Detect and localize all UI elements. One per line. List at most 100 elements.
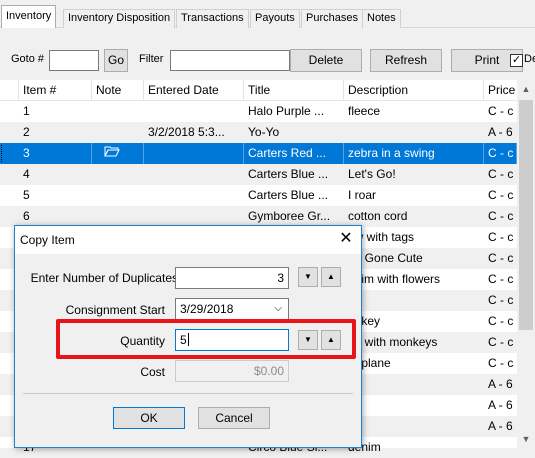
- grid-header: Item # Note Entered Date Title Descripti…: [0, 80, 535, 101]
- tab-inventory-disposition[interactable]: Inventory Disposition: [63, 9, 176, 28]
- cell-date[interactable]: [144, 164, 244, 185]
- table-row[interactable]: 2 3/2/2018 5:3... Yo-Yo A - 6: [0, 122, 517, 143]
- tab-purchases[interactable]: Purchases: [301, 9, 363, 28]
- tab-transactions[interactable]: Transactions: [176, 9, 249, 28]
- consignment-start-date-picker[interactable]: 3/29/2018 ⌵: [175, 298, 289, 320]
- cell-title[interactable]: Carters Blue ...: [244, 185, 344, 206]
- cell-price[interactable]: C - c: [484, 248, 517, 269]
- table-row[interactable]: 6 Gymboree Gr... cotton cord C - c: [0, 206, 517, 227]
- cell-price[interactable]: A - 6: [484, 374, 517, 395]
- duplicates-label: Enter Number of Duplicates: [30, 271, 178, 285]
- delete-button[interactable]: Delete: [290, 49, 362, 72]
- cell-desc[interactable]: Let's Go!: [344, 164, 484, 185]
- scroll-up-icon[interactable]: ▲: [517, 80, 535, 98]
- cell-desc[interactable]: zebra in a swing: [344, 143, 484, 164]
- cell-date[interactable]: [144, 143, 244, 164]
- cell-desc[interactable]: [344, 395, 484, 416]
- cell-item[interactable]: 5: [19, 185, 92, 206]
- cell-desc[interactable]: onkey: [344, 311, 484, 332]
- cell-price[interactable]: A - 6: [484, 395, 517, 416]
- cell-price[interactable]: C - c: [484, 101, 517, 122]
- column-header-entered-date[interactable]: Entered Date: [144, 80, 244, 101]
- cell-item[interactable]: 4: [19, 164, 92, 185]
- cell-date[interactable]: [144, 206, 244, 227]
- vertical-scrollbar[interactable]: ▲ ▼: [517, 80, 535, 448]
- cell-desc[interactable]: [344, 416, 484, 437]
- cell-desc[interactable]: [344, 374, 484, 395]
- tab-payouts[interactable]: Payouts: [250, 9, 300, 28]
- cell-title[interactable]: Carters Red ...: [244, 143, 344, 164]
- scroll-down-icon[interactable]: ▼: [517, 430, 535, 448]
- duplicates-decrement-button[interactable]: ▼: [298, 267, 318, 287]
- go-button[interactable]: Go: [104, 49, 128, 72]
- cell-item[interactable]: 6: [19, 206, 92, 227]
- cell-title[interactable]: Carters Blue ...: [244, 164, 344, 185]
- table-row[interactable]: 5 Carters Blue ... I roar C - c: [0, 185, 517, 206]
- cell-date[interactable]: [144, 185, 244, 206]
- cell-desc[interactable]: [344, 122, 484, 143]
- close-icon[interactable]: ✕: [331, 226, 361, 254]
- cell-desc[interactable]: [344, 290, 484, 311]
- cell-desc[interactable]: airplane: [344, 353, 484, 374]
- cancel-button[interactable]: Cancel: [198, 407, 270, 429]
- table-row[interactable]: 1 Halo Purple ... fleece C - c: [0, 101, 517, 122]
- cell-note[interactable]: [92, 164, 144, 185]
- cell-desc[interactable]: gg Gone Cute: [344, 248, 484, 269]
- cell-price[interactable]: C - c: [484, 206, 517, 227]
- cell-desc[interactable]: fleece: [344, 101, 484, 122]
- cell-desc[interactable]: en with monkeys: [344, 332, 484, 353]
- tab-notes[interactable]: Notes: [362, 9, 401, 28]
- row-focus-indicator: [1, 145, 2, 162]
- cell-item[interactable]: 1: [19, 101, 92, 122]
- refresh-button[interactable]: Refresh: [370, 49, 442, 72]
- cell-desc[interactable]: ew with tags: [344, 227, 484, 248]
- cell-price[interactable]: C - c: [484, 311, 517, 332]
- consignment-start-label: Consignment Start: [65, 303, 165, 317]
- cell-title[interactable]: Gymboree Gr...: [244, 206, 344, 227]
- goto-label: Goto #: [11, 53, 45, 65]
- column-header-item[interactable]: Item #: [19, 80, 92, 101]
- cell-price[interactable]: C - c: [484, 353, 517, 374]
- cell-note[interactable]: [92, 185, 144, 206]
- cell-desc[interactable]: I roar: [344, 185, 484, 206]
- tab-inventory[interactable]: Inventory: [1, 5, 57, 28]
- cell-note[interactable]: [92, 143, 144, 164]
- cell-date[interactable]: 3/2/2018 5:3...: [144, 122, 244, 143]
- duplicates-increment-button[interactable]: ▲: [321, 267, 341, 287]
- cell-price[interactable]: C - c: [484, 185, 517, 206]
- cell-price[interactable]: C - c: [484, 332, 517, 353]
- column-header-title[interactable]: Title: [244, 80, 344, 101]
- cell-note[interactable]: [92, 101, 144, 122]
- table-row[interactable]: 4 Carters Blue ... Let's Go! C - c: [0, 164, 517, 185]
- cell-note[interactable]: [92, 206, 144, 227]
- dialog-title: Copy Item: [20, 233, 75, 247]
- cell-desc[interactable]: cotton cord: [344, 206, 484, 227]
- table-row[interactable]: 3 Carters Red ... zebra in a swing C - c: [0, 143, 517, 164]
- ok-button[interactable]: OK: [113, 407, 185, 429]
- checkbox[interactable]: ✓: [510, 54, 523, 67]
- filter-input[interactable]: [170, 50, 290, 71]
- column-header-note[interactable]: Note: [92, 80, 144, 101]
- cost-input: $0.00: [175, 360, 289, 382]
- cell-desc[interactable]: enim with flowers: [344, 269, 484, 290]
- folder-open-icon[interactable]: [96, 146, 120, 160]
- cell-price[interactable]: C - c: [484, 269, 517, 290]
- cell-price[interactable]: A - 6: [484, 416, 517, 437]
- cell-date[interactable]: [144, 101, 244, 122]
- goto-input[interactable]: [49, 50, 99, 71]
- cell-item[interactable]: 3: [19, 143, 92, 164]
- cell-price[interactable]: C - c: [484, 227, 517, 248]
- cell-title[interactable]: Yo-Yo: [244, 122, 344, 143]
- cell-title[interactable]: Halo Purple ...: [244, 101, 344, 122]
- cell-note[interactable]: [92, 122, 144, 143]
- cell-price[interactable]: C - c: [484, 164, 517, 185]
- column-header-description[interactable]: Description: [344, 80, 484, 101]
- duplicates-input[interactable]: 3: [175, 267, 289, 289]
- scroll-thumb[interactable]: [519, 100, 533, 330]
- checkbox-label: De: [524, 53, 535, 65]
- cell-item[interactable]: 2: [19, 122, 92, 143]
- cell-price[interactable]: A - 6: [484, 122, 517, 143]
- cell-price[interactable]: C - c: [484, 143, 517, 164]
- chevron-down-icon[interactable]: ⌵: [274, 299, 282, 319]
- cell-price[interactable]: C - c: [484, 290, 517, 311]
